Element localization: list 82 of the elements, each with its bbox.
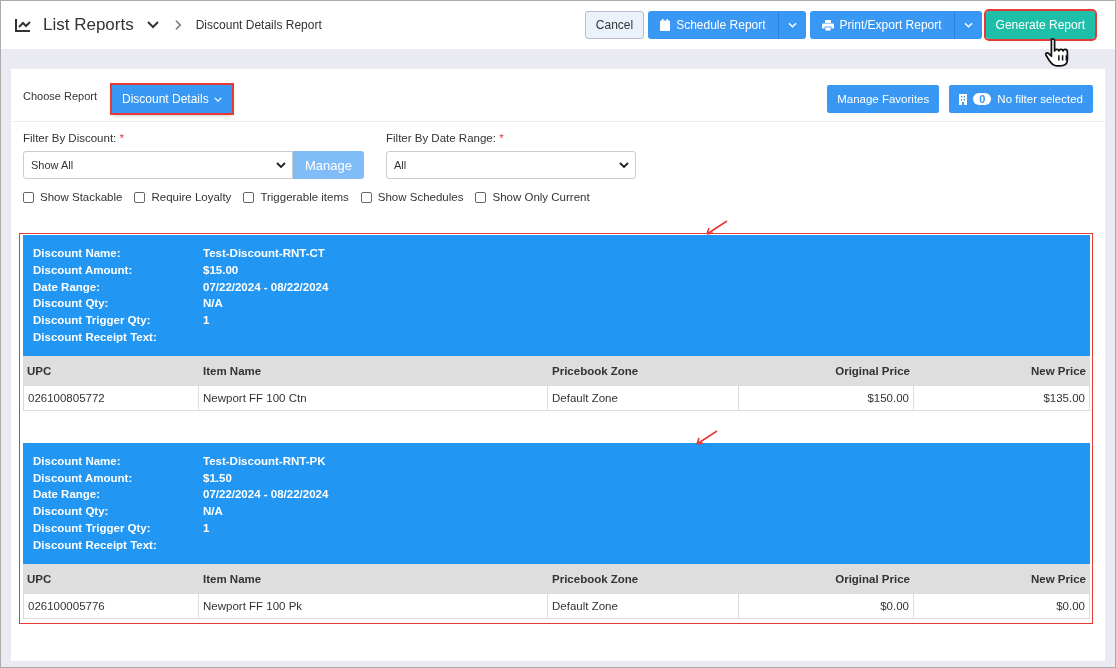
- annotation-arrow: [694, 430, 718, 446]
- checkbox-label: Show Only Current: [492, 191, 590, 203]
- field-label: Discount Trigger Qty:: [33, 520, 152, 536]
- field-label: Discount Qty:: [33, 296, 110, 312]
- schedule-report-button[interactable]: Schedule Report: [648, 11, 778, 39]
- table-cell: $135.00: [914, 385, 1090, 411]
- table-cell: Default Zone: [548, 593, 739, 619]
- field-value: Test-Discount-RNT-PK: [203, 453, 327, 469]
- checkbox-label: Require Loyalty: [151, 191, 232, 203]
- field-label: Discount Receipt Text:: [33, 330, 158, 345]
- column-header: Pricebook Zone: [551, 571, 640, 587]
- table-cell: 026100005776: [23, 593, 199, 619]
- table-cell: Default Zone: [548, 385, 739, 411]
- dropdown-toggle[interactable]: [953, 11, 982, 39]
- field-value: 07/22/2024 - 08/22/2024: [203, 279, 330, 295]
- checkbox[interactable]: [134, 191, 146, 203]
- generate-report-button[interactable]: Generate Report: [985, 11, 1095, 39]
- field-value: N/A: [203, 504, 224, 520]
- page-title[interactable]: List Reports: [43, 15, 134, 35]
- report-dropdown[interactable]: Discount Details: [112, 85, 232, 113]
- caret-icon: [276, 162, 286, 168]
- checkbox-label: Triggerable items: [260, 191, 349, 203]
- field-value: $15.00: [203, 262, 240, 278]
- field-label: Discount Trigger Qty:: [33, 313, 152, 329]
- checkbox[interactable]: [360, 191, 372, 203]
- field-label: Discount Amount:: [33, 262, 134, 278]
- cancel-button[interactable]: Cancel: [584, 11, 645, 39]
- checkbox-label: Show Stackable: [40, 191, 123, 203]
- breadcrumb-text: Discount Details Report: [195, 18, 322, 32]
- field-value: 07/22/2024 - 08/22/2024: [203, 487, 330, 503]
- filter-count-badge: 0: [973, 93, 992, 105]
- field-label: Date Range:: [33, 279, 102, 295]
- building-icon: [959, 93, 968, 105]
- caret-icon: [787, 22, 797, 28]
- print-export-button[interactable]: Print/Export Report: [809, 11, 954, 39]
- field-label: Discount Amount:: [33, 470, 134, 486]
- field-value: $1.50: [203, 470, 233, 486]
- field-value: 1: [203, 520, 211, 536]
- column-header: Item Name: [202, 363, 263, 379]
- column-header: New Price: [1030, 363, 1087, 379]
- field-label: Discount Receipt Text:: [33, 537, 158, 553]
- printer-icon: [821, 19, 834, 31]
- caret-icon: [619, 162, 629, 168]
- calendar-icon: [660, 19, 671, 31]
- manage-button[interactable]: Manage: [293, 151, 364, 179]
- field-value: 1: [203, 313, 211, 329]
- checkbox[interactable]: [475, 191, 487, 203]
- field-label: Discount Name:: [33, 453, 122, 469]
- chevron-right-icon: [174, 19, 182, 31]
- column-header: New Price: [1030, 571, 1087, 587]
- table-cell: Newport FF 100 Ctn: [199, 385, 548, 411]
- checkbox[interactable]: [23, 191, 34, 203]
- field-label: Discount Qty:: [33, 504, 110, 520]
- caret-icon: [213, 96, 222, 102]
- choose-report-label: Choose Report: [23, 90, 97, 102]
- field-value: Test-Discount-RNT-CT: [203, 246, 326, 261]
- table-cell: $0.00: [739, 593, 914, 619]
- checkbox-label: Show Schedules: [377, 191, 464, 203]
- field-label: Date Range:: [33, 487, 102, 503]
- table-cell: Newport FF 100 Pk: [199, 593, 548, 619]
- checkbox[interactable]: [243, 191, 255, 203]
- chevron-down-icon[interactable]: [146, 21, 159, 29]
- filter-label: Filter By Discount: *: [23, 132, 125, 144]
- column-header: Item Name: [202, 571, 263, 587]
- dropdown-toggle[interactable]: [777, 11, 806, 39]
- filter-status-button[interactable]: 0 No filter selected: [949, 85, 1093, 113]
- column-header: Original Price: [834, 363, 911, 379]
- line-chart-icon: [15, 18, 31, 32]
- caret-icon: [963, 22, 973, 28]
- table-cell: $0.00: [914, 593, 1090, 619]
- column-header: Pricebook Zone: [551, 363, 640, 379]
- column-header: UPC: [26, 363, 53, 379]
- discount-select[interactable]: Show All: [23, 151, 293, 179]
- date-range-select[interactable]: All: [386, 151, 636, 179]
- column-header: UPC: [26, 571, 53, 587]
- table-cell: $150.00: [739, 385, 914, 411]
- table-cell: 026100805772: [23, 385, 199, 411]
- field-label: Discount Name:: [33, 246, 122, 261]
- column-header: Original Price: [834, 571, 911, 587]
- filter-label: Filter By Date Range: *: [386, 132, 505, 144]
- field-value: N/A: [203, 296, 224, 312]
- manage-favorites-button[interactable]: Manage Favorites: [827, 85, 940, 113]
